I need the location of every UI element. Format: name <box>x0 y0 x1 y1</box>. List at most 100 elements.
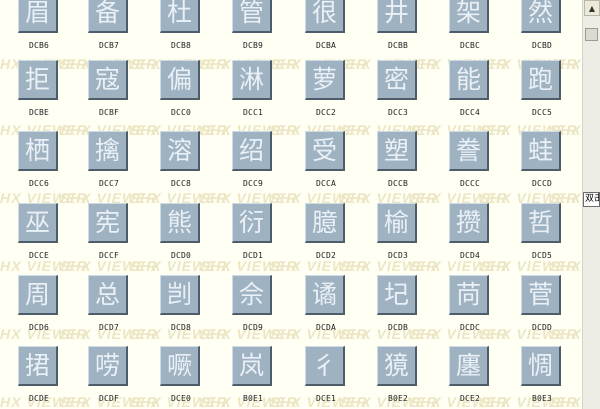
glyph-tile[interactable]: 塑 <box>377 131 417 171</box>
glyph-tile[interactable]: 眉 <box>18 0 58 33</box>
glyph-cell[interactable]: 衍 DCD1 <box>223 203 283 273</box>
glyph-tile[interactable]: 唠 <box>88 346 128 386</box>
glyph-cell[interactable]: 备 DCB7 <box>79 0 139 63</box>
glyph-tile[interactable]: 衍 <box>232 203 272 243</box>
glyph-cell[interactable]: 惆 B0E3 <box>512 346 572 409</box>
glyph-cell[interactable]: 受 DCCA <box>296 131 356 201</box>
scroll-up-arrow-icon[interactable]: ▲ <box>584 0 600 16</box>
glyph-tile[interactable]: 很 <box>305 0 345 33</box>
glyph-tile[interactable]: 淋 <box>232 60 272 100</box>
glyph-tile[interactable]: 捃 <box>18 346 58 386</box>
glyph-tile[interactable]: 杜 <box>160 0 200 33</box>
glyph-cell[interactable]: 杜 DCB8 <box>151 0 211 63</box>
glyph-tile[interactable]: 圮 <box>377 275 417 315</box>
glyph-tile[interactable]: 然 <box>521 0 561 33</box>
glyph-cell[interactable]: 栖 DCC6 <box>9 131 69 201</box>
glyph-cell[interactable]: 总 DCD7 <box>79 275 139 345</box>
glyph-cell[interactable]: 寇 DCBF <box>79 60 139 130</box>
glyph-tile[interactable]: 剀 <box>160 275 200 315</box>
glyph-cell[interactable]: 佘 DCD9 <box>223 275 283 345</box>
glyph-tile[interactable]: 绍 <box>232 131 272 171</box>
glyph-tile[interactable]: 岚 <box>232 346 272 386</box>
glyph-cell[interactable]: 哲 DCD5 <box>512 203 572 273</box>
glyph-tile[interactable]: 苘 <box>449 275 489 315</box>
glyph-cell[interactable]: 管 DCB9 <box>223 0 283 63</box>
glyph-cell[interactable]: 岚 B0E1 <box>223 346 283 409</box>
glyph-tile[interactable]: 架 <box>449 0 489 33</box>
glyph-tile[interactable]: 攒 <box>449 203 489 243</box>
glyph-tile[interactable]: 惆 <box>521 346 561 386</box>
glyph-cell[interactable]: 熊 DCD0 <box>151 203 211 273</box>
glyph-cell[interactable]: 獍 B0E2 <box>368 346 428 409</box>
glyph-tile[interactable]: 榆 <box>377 203 417 243</box>
glyph-tile[interactable]: 偏 <box>160 60 200 100</box>
glyph-cell[interactable]: 然 DCBD <box>512 0 572 63</box>
glyph-cell[interactable]: 拒 DCBE <box>9 60 69 130</box>
glyph-cell[interactable]: 圮 DCDB <box>368 275 428 345</box>
glyph-tile[interactable]: 宪 <box>88 203 128 243</box>
glyph-tile[interactable]: 跑 <box>521 60 561 100</box>
glyph-tile[interactable]: 菅 <box>521 275 561 315</box>
glyph-cell[interactable]: 眉 DCB6 <box>9 0 69 63</box>
glyph-cell[interactable]: 捃 DCDE <box>9 346 69 409</box>
glyph-cell[interactable]: 很 DCBA <box>296 0 356 63</box>
glyph-cell[interactable]: 唠 DCDF <box>79 346 139 409</box>
glyph-cell[interactable]: 擒 DCC7 <box>79 131 139 201</box>
glyph-tile[interactable]: 廛 <box>449 346 489 386</box>
glyph-tile[interactable]: 熊 <box>160 203 200 243</box>
glyph-cell[interactable]: 密 DCC3 <box>368 60 428 130</box>
glyph-tile[interactable]: 獍 <box>377 346 417 386</box>
glyph-cell[interactable]: 绍 DCC9 <box>223 131 283 201</box>
glyph-tile[interactable]: 誊 <box>449 131 489 171</box>
glyph-tile[interactable]: 溶 <box>160 131 200 171</box>
glyph-cell[interactable]: 萝 DCC2 <box>296 60 356 130</box>
glyph-cell[interactable]: 偏 DCC0 <box>151 60 211 130</box>
glyph-cell[interactable]: 剀 DCD8 <box>151 275 211 345</box>
glyph-tile[interactable]: 彳 <box>305 346 345 386</box>
glyph-cell[interactable]: 淋 DCC1 <box>223 60 283 130</box>
glyph-cell[interactable]: 噘 DCE0 <box>151 346 211 409</box>
glyph-tile[interactable]: 蛙 <box>521 131 561 171</box>
glyph-cell[interactable]: 周 DCD6 <box>9 275 69 345</box>
glyph-tile[interactable]: 臆 <box>305 203 345 243</box>
glyph-tile[interactable]: 栖 <box>18 131 58 171</box>
glyph-cell[interactable]: 能 DCC4 <box>440 60 500 130</box>
glyph-tile[interactable]: 能 <box>449 60 489 100</box>
glyph-tile[interactable]: 巫 <box>18 203 58 243</box>
glyph-cell[interactable]: 巫 DCCE <box>9 203 69 273</box>
glyph-cell[interactable]: 苘 DCDC <box>440 275 500 345</box>
glyph-character: 备 <box>94 0 120 27</box>
glyph-tile[interactable]: 噘 <box>160 346 200 386</box>
glyph-tile[interactable]: 管 <box>232 0 272 33</box>
glyph-tile[interactable]: 萝 <box>305 60 345 100</box>
glyph-tile[interactable]: 哲 <box>521 203 561 243</box>
glyph-cell[interactable]: 臆 DCD2 <box>296 203 356 273</box>
glyph-cell[interactable]: 塑 DCCB <box>368 131 428 201</box>
glyph-cell[interactable]: 蛙 DCCD <box>512 131 572 201</box>
glyph-cell[interactable]: 菅 DCDD <box>512 275 572 345</box>
glyph-cell[interactable]: 跑 DCC5 <box>512 60 572 130</box>
glyph-cell[interactable]: 誊 DCCC <box>440 131 500 201</box>
glyph-tile[interactable]: 谲 <box>305 275 345 315</box>
glyph-cell[interactable]: 彳 DCE1 <box>296 346 356 409</box>
glyph-tile[interactable]: 寇 <box>88 60 128 100</box>
glyph-cell[interactable]: 攒 DCD4 <box>440 203 500 273</box>
glyph-cell[interactable]: 谲 DCDA <box>296 275 356 345</box>
glyph-character: 眉 <box>24 0 50 27</box>
glyph-cell[interactable]: 井 DCBB <box>368 0 428 63</box>
glyph-tile[interactable]: 周 <box>18 275 58 315</box>
glyph-cell[interactable]: 溶 DCC8 <box>151 131 211 201</box>
scroll-thumb[interactable] <box>585 28 598 41</box>
glyph-tile[interactable]: 受 <box>305 131 345 171</box>
glyph-tile[interactable]: 拒 <box>18 60 58 100</box>
glyph-tile[interactable]: 备 <box>88 0 128 33</box>
glyph-tile[interactable]: 总 <box>88 275 128 315</box>
glyph-tile[interactable]: 擒 <box>88 131 128 171</box>
glyph-cell[interactable]: 宪 DCCF <box>79 203 139 273</box>
glyph-tile[interactable]: 井 <box>377 0 417 33</box>
glyph-cell[interactable]: 榆 DCD3 <box>368 203 428 273</box>
glyph-cell[interactable]: 架 DCBC <box>440 0 500 63</box>
glyph-tile[interactable]: 佘 <box>232 275 272 315</box>
glyph-tile[interactable]: 密 <box>377 60 417 100</box>
glyph-cell[interactable]: 廛 DCE2 <box>440 346 500 409</box>
